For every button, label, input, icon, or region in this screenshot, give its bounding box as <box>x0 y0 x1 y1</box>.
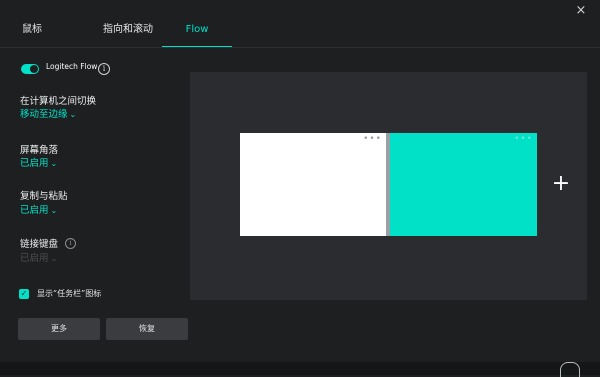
dropdown-value: 已启用 <box>20 158 49 169</box>
link-keyboards-dropdown: 已启用 ⌄ <box>20 250 57 264</box>
setting-title-link-keyboards: 链接键盘 <box>20 239 59 250</box>
more-options-icon[interactable]: ••• <box>363 135 382 144</box>
tab-label: 鼠标 <box>22 24 42 35</box>
chevron-down-icon: ⌄ <box>69 110 77 119</box>
dropdown-value: 已启用 <box>20 205 49 216</box>
taskbar-icon-checkbox[interactable]: ✓ <box>19 289 29 299</box>
chevron-down-icon: ⌄ <box>50 206 58 215</box>
copy-paste-dropdown[interactable]: 已启用 ⌄ <box>20 202 57 216</box>
info-icon[interactable]: i <box>98 63 110 75</box>
restore-button[interactable]: 恢复 <box>106 318 188 340</box>
setting-title-copy-paste: 复制与粘贴 <box>20 191 68 202</box>
taskbar-icon-label: 显示“任务栏”图标 <box>37 289 102 298</box>
bottom-status-bar <box>0 362 600 377</box>
setting-title-switch-computers: 在计算机之间切换 <box>20 96 97 107</box>
info-icon[interactable]: i <box>65 238 76 249</box>
add-computer-button[interactable]: + <box>549 170 573 198</box>
tab-label: Flow <box>185 24 209 35</box>
flow-toggle[interactable] <box>21 64 39 74</box>
more-options-icon[interactable]: ••• <box>514 135 533 144</box>
flow-toggle-label: Logitech Flow <box>46 62 98 71</box>
chevron-down-icon: ⌄ <box>50 159 58 168</box>
tab-bar: 鼠标 指向和滚动 Flow <box>0 16 600 48</box>
more-button[interactable]: 更多 <box>18 318 100 340</box>
tab-label: 指向和滚动 <box>103 24 153 35</box>
setting-title-screen-corners: 屏幕角落 <box>20 145 59 156</box>
tab-divider <box>0 47 600 48</box>
computer-screen-other[interactable]: ••• <box>390 133 537 236</box>
dropdown-value: 已启用 <box>20 253 49 264</box>
screen-corners-dropdown[interactable]: 已启用 ⌄ <box>20 155 57 169</box>
switch-computers-dropdown[interactable]: 移动至边缘 ⌄ <box>20 106 76 120</box>
dropdown-value: 移动至边缘 <box>20 109 68 120</box>
computer-screen-this[interactable]: ••• <box>240 133 386 236</box>
chevron-down-icon: ⌄ <box>50 254 58 263</box>
tab-flow[interactable]: Flow <box>162 16 232 48</box>
tab-mouse[interactable]: 鼠标 <box>4 16 60 48</box>
